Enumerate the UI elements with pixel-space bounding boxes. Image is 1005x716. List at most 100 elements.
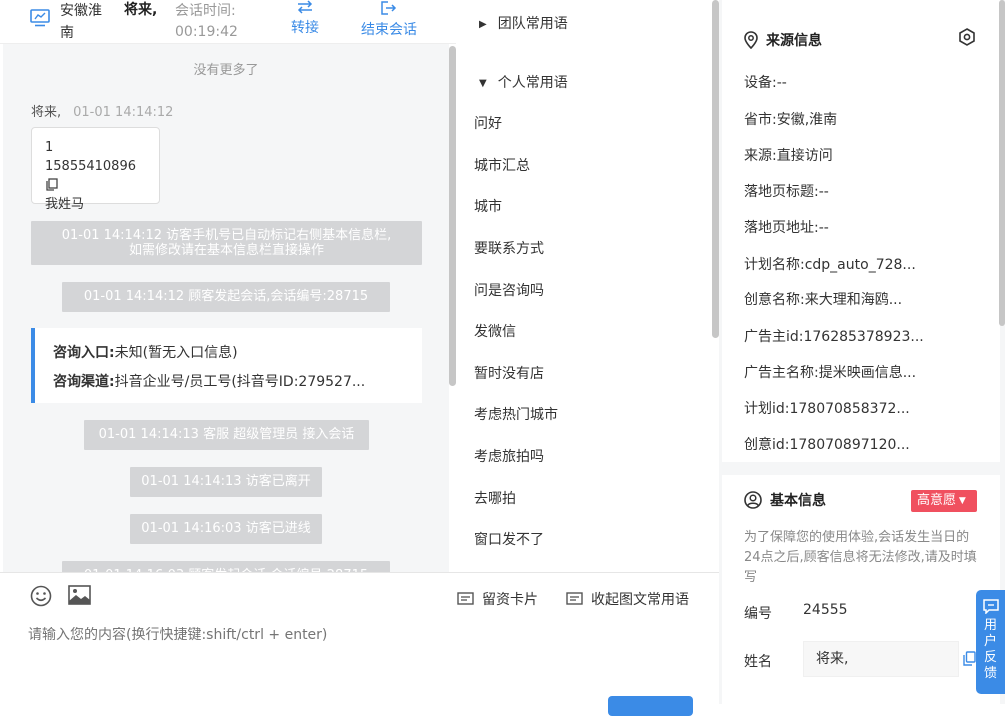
source-field: 省市:安徽,淮南 (744, 112, 838, 128)
bubble-line: 我姓马 (45, 197, 85, 212)
consult-channel: 咨询渠道:抖音企业号/员工号(抖音号ID:279527... (53, 368, 422, 397)
phrase-item[interactable]: 去哪拍 (474, 488, 516, 508)
system-message: 01-01 14:14:13 客服 超级管理员 接入会话 (84, 420, 369, 450)
collapse-phrases-label: 收起图文常用语 (591, 592, 689, 608)
collapse-phrases-button[interactable]: 收起图文常用语 (566, 589, 689, 609)
emoji-icon[interactable] (30, 585, 52, 607)
no-more-label: 没有更多了 (193, 63, 259, 78)
phrases-panel: ▶ 团队常用语 ▼ 个人常用语 问好 城市汇总 城市 要联系方式 问是咨询吗 发微信… (457, 0, 719, 572)
basic-info-title: 基本信息 (744, 490, 826, 510)
session-time: 00:19:42 (175, 24, 238, 40)
lead-card-label: 留资卡片 (482, 592, 538, 608)
transfer-label: 转接 (291, 20, 319, 36)
source-field: 计划id:178070858372... (744, 401, 910, 417)
phrase-item[interactable]: 城市 (474, 196, 502, 216)
feedback-icon (982, 599, 999, 614)
settings-icon[interactable] (958, 28, 976, 46)
chat-scrollbar[interactable] (449, 46, 456, 386)
caret-down-icon: ▼ (956, 496, 966, 506)
team-phrases-label: 团队常用语 (497, 16, 568, 32)
system-message-line: 如需修改请在基本信息栏直接操作 (128, 243, 324, 258)
exit-icon (381, 1, 397, 15)
phrase-item[interactable]: 窗口发不了 (474, 529, 544, 549)
message-list[interactable]: 没有更多了 将来, 01-01 14:14:12 1 15855410896 我姓… (3, 44, 449, 572)
phrase-item[interactable]: 发微信 (474, 321, 516, 341)
phrase-item[interactable]: 考虑热门城市 (474, 404, 558, 424)
card-icon (457, 592, 474, 605)
visitor-info-panel: 来源信息 设备:-- 省市:安徽,淮南 来源:直接访问 落地页标题:-- 落地页… (719, 0, 1005, 704)
feedback-button[interactable]: 用户反馈 (976, 590, 1005, 694)
end-session-label: 结束会话 (361, 22, 417, 38)
monitor-icon (30, 9, 50, 27)
source-field: 落地页标题:-- (744, 184, 829, 200)
session-time-label: 会话时间: (175, 3, 236, 19)
name-field[interactable]: 将来, (803, 641, 959, 677)
intent-label: 高意愿 (917, 493, 957, 508)
phrases-scrollbar[interactable] (712, 0, 719, 338)
source-field: 广告主名称:提米映画信息... (744, 365, 917, 381)
source-field: 落地页地址:-- (744, 220, 829, 236)
message-icon (566, 592, 583, 605)
source-field: 创意名称:来大理和海鸥... (744, 292, 903, 308)
bubble-line: 1 (45, 140, 54, 155)
system-message: 01-01 14:14:12 访客手机号已自动标记右侧基本信息栏, 如需修改请在… (31, 221, 422, 265)
source-field: 创意id:178070897120... (744, 437, 910, 453)
personal-phrases-label: 个人常用语 (497, 75, 568, 91)
consult-channel-value: 抖音企业号/员工号(抖音号ID:279527... (114, 374, 366, 390)
composer: 留资卡片 收起图文常用语 (0, 572, 719, 716)
feedback-label: 用户反馈 (983, 618, 997, 681)
intent-badge[interactable]: 高意愿 ▼ (911, 490, 977, 512)
source-field: 广告主id:176285378923... (744, 329, 924, 345)
system-message-line: 01-01 14:14:12 访客手机号已自动标记右侧基本信息栏, (61, 228, 392, 243)
visitor-name: 将来, (124, 2, 158, 18)
lead-card-button[interactable]: 留资卡片 (457, 589, 538, 609)
message-input[interactable] (28, 627, 688, 643)
phrase-item[interactable]: 城市汇总 (474, 155, 530, 175)
system-message: 01-01 14:16:03 访客已进线 (130, 514, 322, 544)
personal-phrases-group[interactable]: ▼ 个人常用语 (479, 72, 568, 92)
name-label: 姓名 (744, 654, 772, 670)
number-value: 24555 (803, 602, 848, 618)
caret-down-icon: ▼ (479, 78, 487, 89)
team-phrases-group[interactable]: ▶ 团队常用语 (479, 13, 568, 33)
phrase-item[interactable]: 暂时没有店 (474, 363, 544, 383)
transfer-button[interactable]: 转接 (270, 0, 340, 38)
copy-icon[interactable] (963, 651, 976, 666)
send-button[interactable] (608, 696, 693, 716)
visitor-location: 安徽淮南 (60, 3, 102, 41)
consult-entry-value: 未知(暂无入口信息) (114, 345, 238, 361)
consult-channel-label: 咨询渠道: (53, 374, 115, 390)
phrase-item[interactable]: 考虑旅拍吗 (474, 446, 544, 466)
consult-entry: 咨询入口:未知(暂无入口信息) (53, 339, 422, 368)
source-info-label: 来源信息 (766, 33, 822, 49)
message-header: 将来, 01-01 14:14:12 (31, 101, 173, 120)
image-icon[interactable] (68, 585, 91, 605)
sender-name: 将来, (31, 105, 62, 120)
message-time: 01-01 14:14:12 (73, 105, 174, 120)
user-icon (744, 491, 762, 509)
chat-header: 安徽淮南 将来, 会话时间: 00:19:42 转接 结束会话 (0, 0, 456, 44)
transfer-icon (297, 0, 313, 14)
visitor-scrollbar[interactable] (999, 0, 1005, 326)
phrase-item[interactable]: 要联系方式 (474, 238, 544, 258)
source-info-title: 来源信息 (744, 30, 822, 50)
bubble-line: 15855410896 (45, 157, 146, 195)
phrase-item[interactable]: 问好 (474, 113, 502, 133)
message-bubble: 1 15855410896 我姓马 (31, 127, 160, 212)
copy-icon[interactable] (46, 178, 58, 191)
number-label: 编号 (744, 606, 772, 622)
system-message: 01-01 14:16:03 顾客发起会话,会话编号:28715 (62, 561, 390, 572)
source-field: 来源:直接访问 (744, 148, 833, 164)
source-field: 计划名称:cdp_auto_728... (744, 257, 916, 273)
location-pin-icon (744, 31, 758, 50)
source-info-section: 来源信息 设备:-- 省市:安徽,淮南 来源:直接访问 落地页标题:-- 落地页… (722, 0, 1000, 462)
basic-info-section: 基本信息 高意愿 ▼ 为了保障您的使用体验,会话发生当日的24点之后,顾客信息将… (722, 475, 1000, 704)
end-session-button[interactable]: 结束会话 (354, 0, 424, 40)
system-message: 01-01 14:14:12 顾客发起会话,会话编号:28715 (62, 282, 390, 312)
basic-info-label: 基本信息 (770, 493, 826, 509)
phone-number: 15855410896 (45, 159, 136, 174)
source-field: 设备:-- (744, 75, 787, 91)
edit-notice: 为了保障您的使用体验,会话发生当日的24点之后,顾客信息将无法修改,请及时填写 (744, 530, 977, 585)
consult-entry-label: 咨询入口: (53, 345, 115, 361)
phrase-item[interactable]: 问是咨询吗 (474, 280, 544, 300)
